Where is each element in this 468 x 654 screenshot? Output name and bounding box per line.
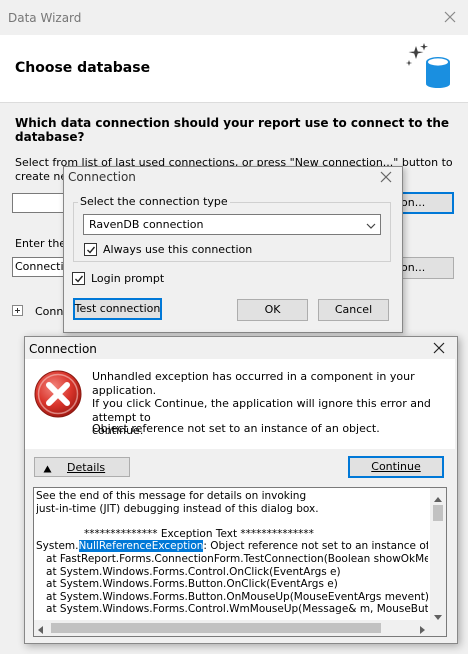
always-use-checkbox[interactable] bbox=[84, 243, 97, 256]
details-button[interactable]: Details bbox=[34, 457, 130, 477]
continue-button[interactable]: Continue bbox=[348, 456, 444, 478]
connection-type-group-label: Select the connection type bbox=[78, 195, 230, 208]
ok-button[interactable]: OK bbox=[237, 299, 308, 321]
details-line: at System.Windows.Forms.Button.OnClick(E… bbox=[36, 578, 338, 591]
details-blank-line bbox=[36, 515, 428, 528]
database-icon bbox=[404, 42, 452, 88]
exception-dialog-title: Connection bbox=[29, 342, 97, 356]
login-prompt-checkbox[interactable] bbox=[72, 272, 85, 285]
details-prefix: System. bbox=[36, 540, 79, 553]
details-button-label: Details bbox=[67, 461, 106, 474]
error-icon bbox=[33, 369, 83, 419]
scroll-right-arrow-icon[interactable] bbox=[420, 624, 425, 636]
chevron-down-icon bbox=[366, 220, 376, 233]
exception-details-text: See the end of this message for details … bbox=[36, 490, 428, 616]
scrollbar-corner bbox=[430, 620, 446, 636]
scroll-left-arrow-icon[interactable] bbox=[38, 624, 43, 636]
connection-type-select[interactable]: RavenDB connection bbox=[83, 214, 381, 235]
login-prompt-label: Login prompt bbox=[91, 272, 165, 285]
details-line: See the end of this message for details … bbox=[36, 490, 307, 502]
details-line: at FastReport.Forms.ConnectionForm.TestC… bbox=[36, 552, 428, 565]
exception-error-message: Object reference not set to an instance … bbox=[92, 422, 380, 435]
wizard-question: Which data connection should your report… bbox=[15, 116, 450, 144]
details-line: at System.Windows.Forms.Control.OnClick(… bbox=[36, 565, 341, 578]
scroll-up-arrow-icon[interactable] bbox=[434, 492, 442, 505]
continue-button-label: Continue bbox=[371, 460, 421, 473]
details-highlight: NullReferenceException bbox=[78, 540, 204, 553]
details-suffix: : Object reference not set to an instanc… bbox=[203, 540, 428, 553]
edit-connection-button[interactable]: on... bbox=[396, 257, 454, 279]
wizard-close-icon[interactable] bbox=[444, 11, 458, 25]
exception-message-line: If you click Continue, the application w… bbox=[92, 397, 431, 424]
details-line: just-in-time (JIT) debugging instead of … bbox=[36, 502, 319, 515]
vertical-scrollbar[interactable] bbox=[430, 488, 446, 620]
horizontal-scrollbar[interactable] bbox=[34, 620, 430, 636]
wizard-heading: Choose database bbox=[15, 60, 151, 76]
cancel-button[interactable]: Cancel bbox=[318, 299, 389, 321]
test-connection-button[interactable]: Test connection bbox=[73, 298, 162, 320]
wizard-title: Data Wizard bbox=[8, 11, 82, 25]
exception-dialog-close-icon[interactable] bbox=[433, 342, 447, 356]
connection-dialog-title: Connection bbox=[68, 170, 136, 184]
connection-type-value: RavenDB connection bbox=[89, 218, 204, 231]
always-use-label: Always use this connection bbox=[103, 243, 253, 256]
triangle-up-icon bbox=[43, 463, 52, 476]
new-connection-button[interactable]: on... bbox=[396, 192, 454, 214]
exception-details-textbox[interactable]: See the end of this message for details … bbox=[33, 487, 447, 637]
horizontal-scroll-thumb[interactable] bbox=[51, 623, 381, 633]
details-line: System.NullReferenceException: Object re… bbox=[36, 540, 428, 553]
exception-message-line: Unhandled exception has occurred in a co… bbox=[92, 370, 415, 397]
details-line: at System.Windows.Forms.Button.OnMouseUp… bbox=[36, 590, 428, 603]
details-line: ************** Exception Text **********… bbox=[84, 527, 314, 540]
vertical-scroll-thumb[interactable] bbox=[433, 505, 443, 521]
details-line: at System.Windows.Forms.Control.WmMouseU… bbox=[46, 603, 428, 616]
expand-plus-icon[interactable] bbox=[12, 305, 23, 316]
connection-dialog-close-icon[interactable] bbox=[380, 171, 394, 185]
